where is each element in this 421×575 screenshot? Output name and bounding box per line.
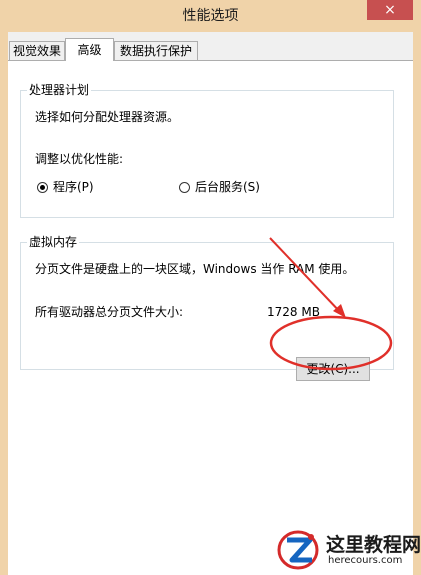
total-paging-size-value: 1728 MB [267, 305, 320, 319]
group-title: 处理器计划 [27, 82, 92, 98]
watermark-url: herecours.com [328, 555, 403, 566]
background-services-radio[interactable] [179, 182, 190, 193]
advanced-tab-panel: 处理器计划 选择如何分配处理器资源。 调整以优化性能: 程序(P) 后台服务(S… [8, 60, 413, 575]
background-services-radio-label[interactable]: 后台服务(S) [195, 179, 260, 195]
window-frame: 性能选项 × 视觉效果 高级 数据执行保护 处理器计划 选择如何分配处理器资源。… [0, 0, 421, 575]
processor-scheduling-group: 处理器计划 选择如何分配处理器资源。 调整以优化性能: 程序(P) 后台服务(S… [20, 82, 394, 218]
programs-radio-label[interactable]: 程序(P) [53, 179, 94, 195]
tab-visual-effects[interactable]: 视觉效果 [9, 41, 65, 60]
tab-advanced[interactable]: 高级 [65, 38, 114, 61]
tab-label: 高级 [77, 43, 102, 57]
close-icon: × [384, 2, 396, 18]
change-virtual-memory-button[interactable]: 更改(C)... [296, 357, 370, 381]
processor-description: 选择如何分配处理器资源。 [35, 110, 180, 124]
tab-label: 数据执行保护 [119, 44, 192, 58]
dialog-client: 视觉效果 高级 数据执行保护 处理器计划 选择如何分配处理器资源。 调整以优化性… [8, 32, 413, 575]
radio-selected-dot [40, 185, 45, 190]
watermark-logo: 这里教程网 herecours.com [276, 528, 421, 572]
paging-file-description: 分页文件是硬盘上的一块区域，Windows 当作 RAM 使用。 [35, 262, 355, 276]
title-bar[interactable]: 性能选项 × [0, 0, 421, 32]
close-button[interactable]: × [367, 0, 413, 20]
window-title: 性能选项 [182, 8, 239, 24]
change-button-label: 更改(C)... [306, 362, 360, 376]
tab-data-execution-prevention[interactable]: 数据执行保护 [114, 41, 198, 60]
watermark-title: 这里教程网 [326, 534, 421, 556]
z-logo-icon [277, 530, 319, 570]
programs-radio[interactable] [37, 182, 48, 193]
virtual-memory-group: 虚拟内存 分页文件是硬盘上的一块区域，Windows 当作 RAM 使用。 所有… [20, 234, 394, 370]
tab-label: 视觉效果 [12, 44, 61, 58]
total-paging-size-label: 所有驱动器总分页文件大小: [35, 305, 184, 319]
group-title: 虚拟内存 [27, 234, 80, 250]
adjust-performance-label: 调整以优化性能: [35, 152, 124, 166]
